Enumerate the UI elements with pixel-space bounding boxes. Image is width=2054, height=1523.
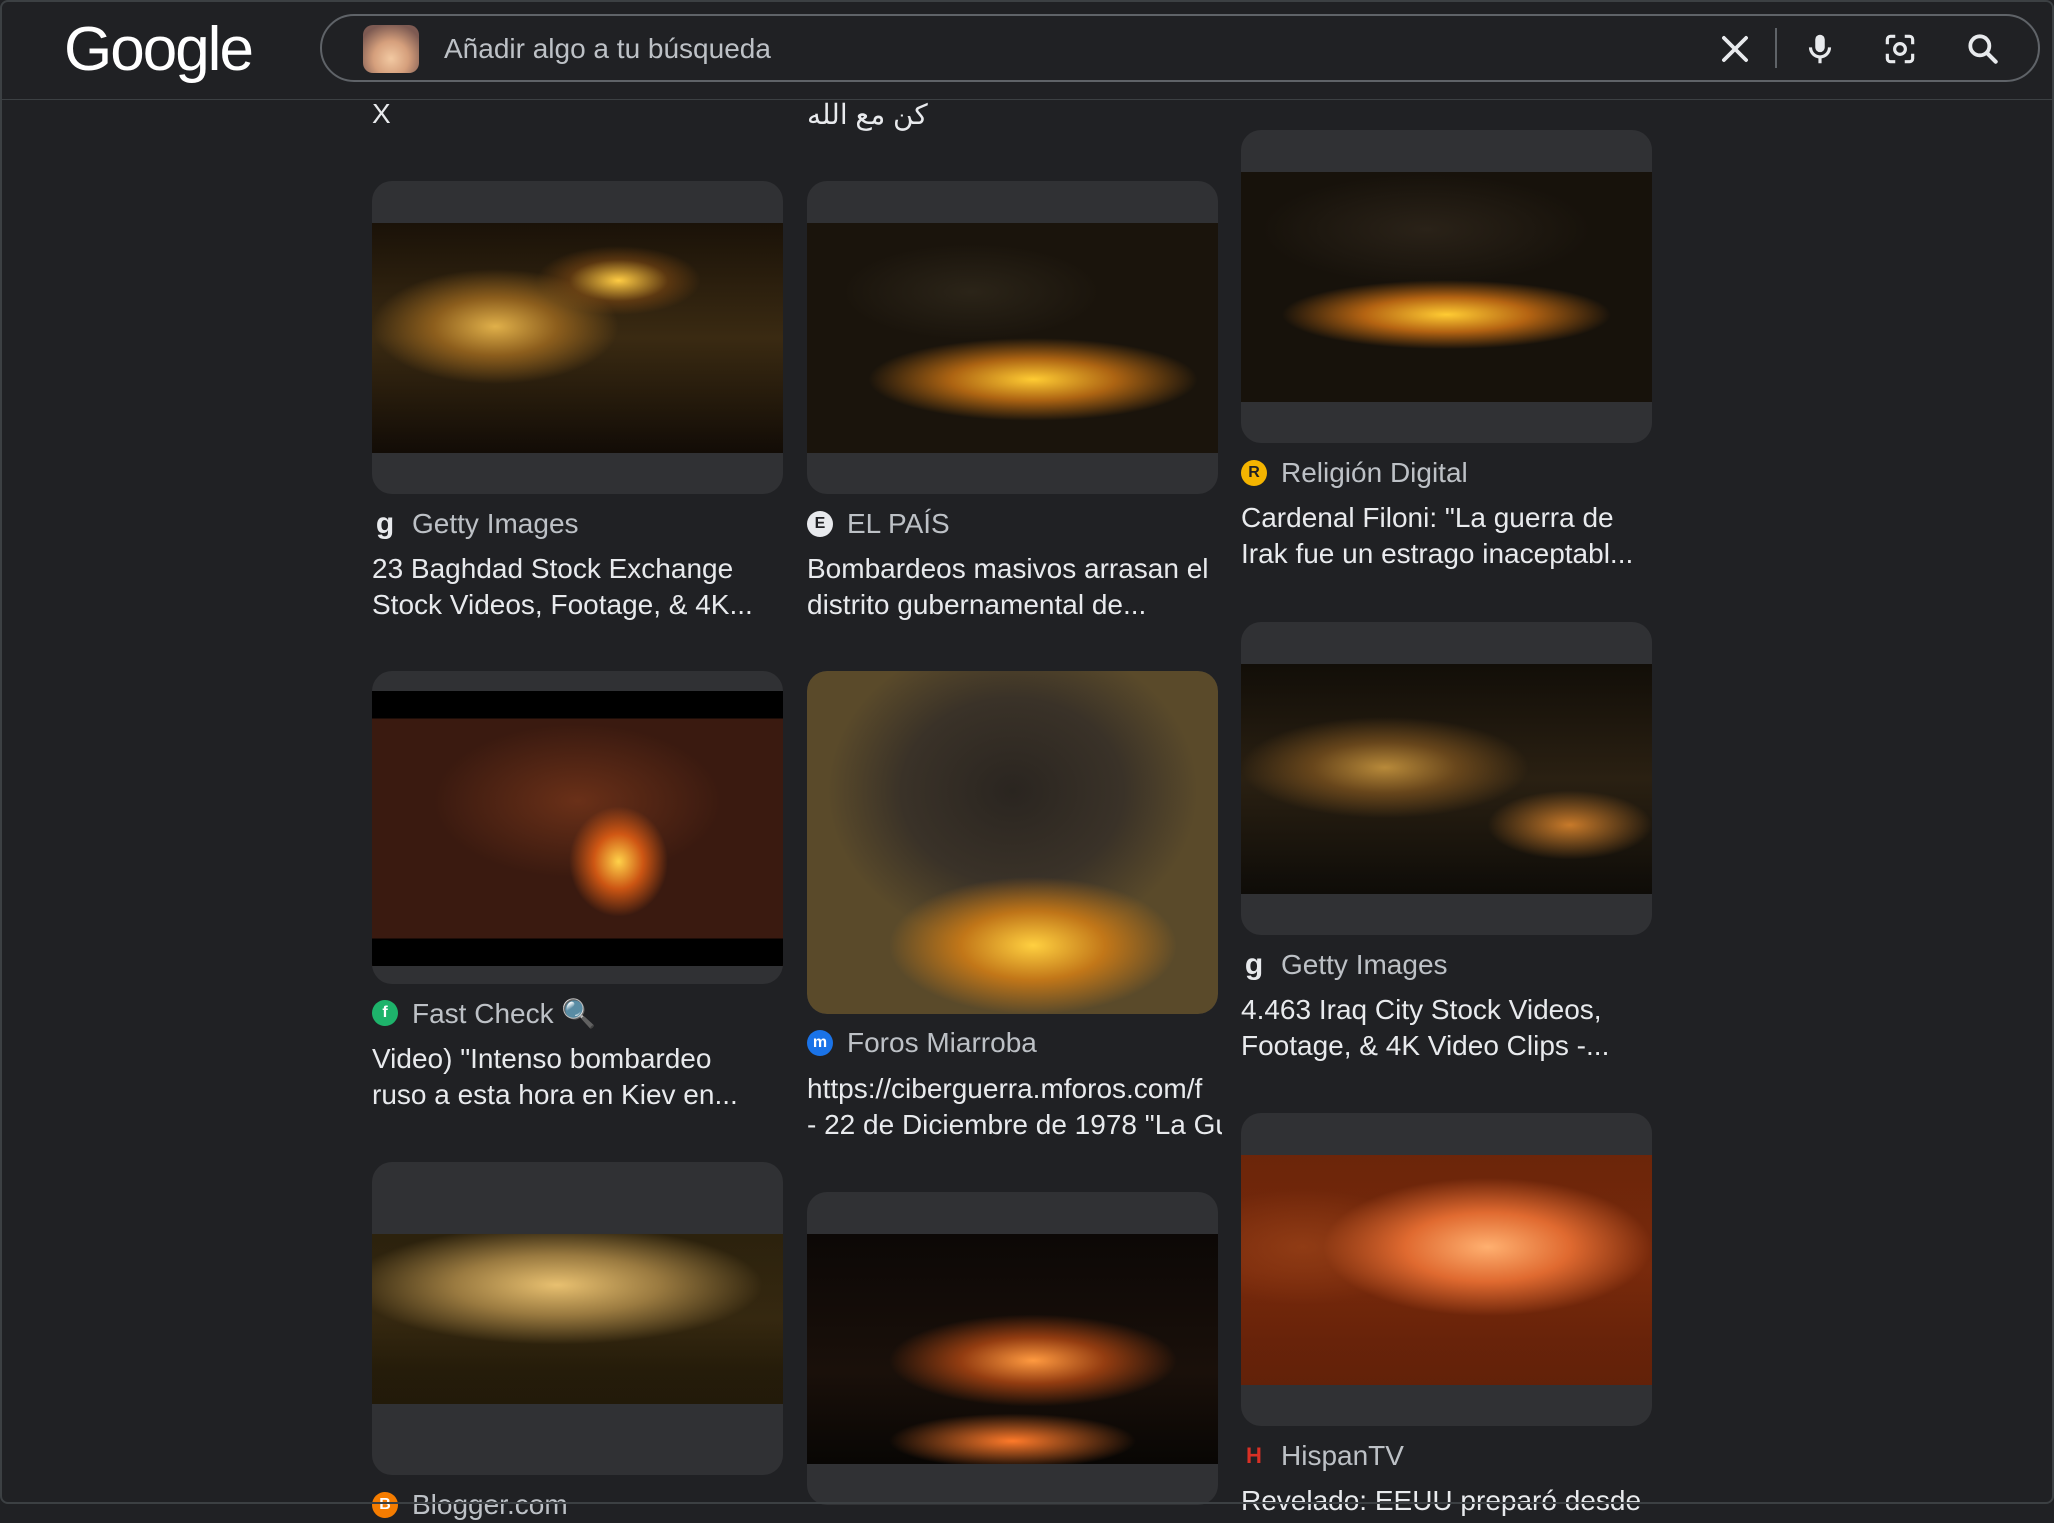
explosion-image[interactable] xyxy=(1241,1155,1652,1385)
image-frame xyxy=(1241,130,1652,443)
source-name: Fast Check 🔍 xyxy=(412,997,597,1029)
title-line: Video) "Intenso bombardeo xyxy=(372,1043,712,1074)
religion-digital-favicon-icon: R xyxy=(1241,460,1267,486)
source-name: EL PAÍS xyxy=(847,508,950,539)
result-title[interactable]: https://ciberguerra.mforos.com/f - 22 de… xyxy=(807,1071,1222,1143)
explosion-image[interactable] xyxy=(372,691,783,966)
image-frame xyxy=(372,1162,783,1475)
explosion-image[interactable] xyxy=(372,1234,783,1404)
result-title[interactable]: Revelado: EEUU preparó desde xyxy=(1241,1483,1652,1519)
miarroba-favicon-icon: m xyxy=(807,1030,833,1056)
source-name: Getty Images xyxy=(1281,949,1448,980)
result-source[interactable]: E EL PAÍS xyxy=(807,506,950,542)
search-input[interactable] xyxy=(442,16,1446,82)
close-icon[interactable] xyxy=(1716,30,1754,68)
search-image-thumbnail[interactable] xyxy=(363,25,419,73)
result-source[interactable]: m Foros Miarroba xyxy=(807,1025,1037,1061)
image-frame xyxy=(1241,622,1652,935)
blogger-favicon-icon: B xyxy=(372,1492,398,1518)
partial-title-col2: كن مع الله xyxy=(807,99,928,130)
title-line: Irak fue un estrago inaceptabl... xyxy=(1241,538,1634,569)
hispantv-favicon-icon: H xyxy=(1246,1443,1262,1468)
image-frame xyxy=(807,1192,1218,1505)
source-name: Getty Images xyxy=(412,508,579,539)
getty-favicon-icon: g xyxy=(1244,948,1264,981)
image-frame xyxy=(807,181,1218,494)
title-line: - 22 de Diciembre de 1978 "La Gu xyxy=(807,1109,1222,1140)
source-name: HispanTV xyxy=(1281,1440,1404,1471)
title-line: distrito gubernamental de... xyxy=(807,589,1147,620)
source-name: Foros Miarroba xyxy=(847,1027,1037,1058)
lens-icon[interactable] xyxy=(1881,30,1919,68)
explosion-image[interactable] xyxy=(807,223,1218,453)
result-title[interactable]: Bombardeos masivos arrasan el distrito g… xyxy=(807,551,1218,623)
result-title[interactable]: Video) "Intenso bombardeo ruso a esta ho… xyxy=(372,1041,783,1113)
mic-icon[interactable] xyxy=(1801,30,1839,68)
result-title[interactable]: 23 Baghdad Stock Exchange Stock Videos, … xyxy=(372,551,783,623)
title-line: Cardenal Filoni: "La guerra de xyxy=(1241,502,1614,533)
result-source[interactable]: g Getty Images xyxy=(1241,947,1448,983)
result-title[interactable]: 4.463 Iraq City Stock Videos, Footage, &… xyxy=(1241,992,1652,1064)
result-source[interactable]: B Blogger.com xyxy=(372,1487,568,1523)
image-frame xyxy=(372,181,783,494)
explosion-image[interactable] xyxy=(372,223,783,453)
result-source[interactable]: H HispanTV xyxy=(1241,1438,1404,1474)
title-line: Revelado: EEUU preparó desde xyxy=(1241,1485,1642,1516)
image-frame xyxy=(372,671,783,984)
title-line: ruso a esta hora en Kiev en... xyxy=(372,1079,738,1110)
source-name: Religión Digital xyxy=(1281,457,1468,488)
result-title[interactable]: Cardenal Filoni: "La guerra de Irak fue … xyxy=(1241,500,1652,572)
explosion-image[interactable] xyxy=(807,1234,1218,1464)
source-name: Blogger.com xyxy=(412,1489,568,1520)
result-source[interactable]: g Getty Images xyxy=(372,506,579,542)
search-bar[interactable] xyxy=(320,14,2040,82)
google-logo[interactable]: Google xyxy=(64,14,254,85)
partial-title-col1: X xyxy=(372,98,391,129)
explosion-image[interactable] xyxy=(807,671,1218,1014)
explosion-image[interactable] xyxy=(1241,664,1652,894)
image-frame xyxy=(1241,1113,1652,1426)
result-source[interactable]: R Religión Digital xyxy=(1241,455,1468,491)
fastcheck-favicon-icon: f xyxy=(372,1000,398,1026)
result-source[interactable]: f Fast Check 🔍 xyxy=(372,995,596,1031)
elpais-favicon-icon: E xyxy=(807,511,833,537)
image-frame xyxy=(807,671,1218,1014)
search-divider xyxy=(1775,28,1777,68)
title-line: 23 Baghdad Stock Exchange xyxy=(372,553,734,584)
explosion-image[interactable] xyxy=(1241,172,1652,402)
title-line: 4.463 Iraq City Stock Videos, xyxy=(1241,994,1602,1025)
search-icon[interactable] xyxy=(1964,30,2002,68)
title-line: Stock Videos, Footage, & 4K... xyxy=(372,589,753,620)
title-line: Bombardeos masivos arrasan el xyxy=(807,553,1209,584)
getty-favicon-icon: g xyxy=(375,507,395,540)
title-line: https://ciberguerra.mforos.com/f xyxy=(807,1073,1203,1104)
title-line: Footage, & 4K Video Clips -... xyxy=(1241,1030,1610,1061)
header-bar: Google xyxy=(0,0,2054,100)
